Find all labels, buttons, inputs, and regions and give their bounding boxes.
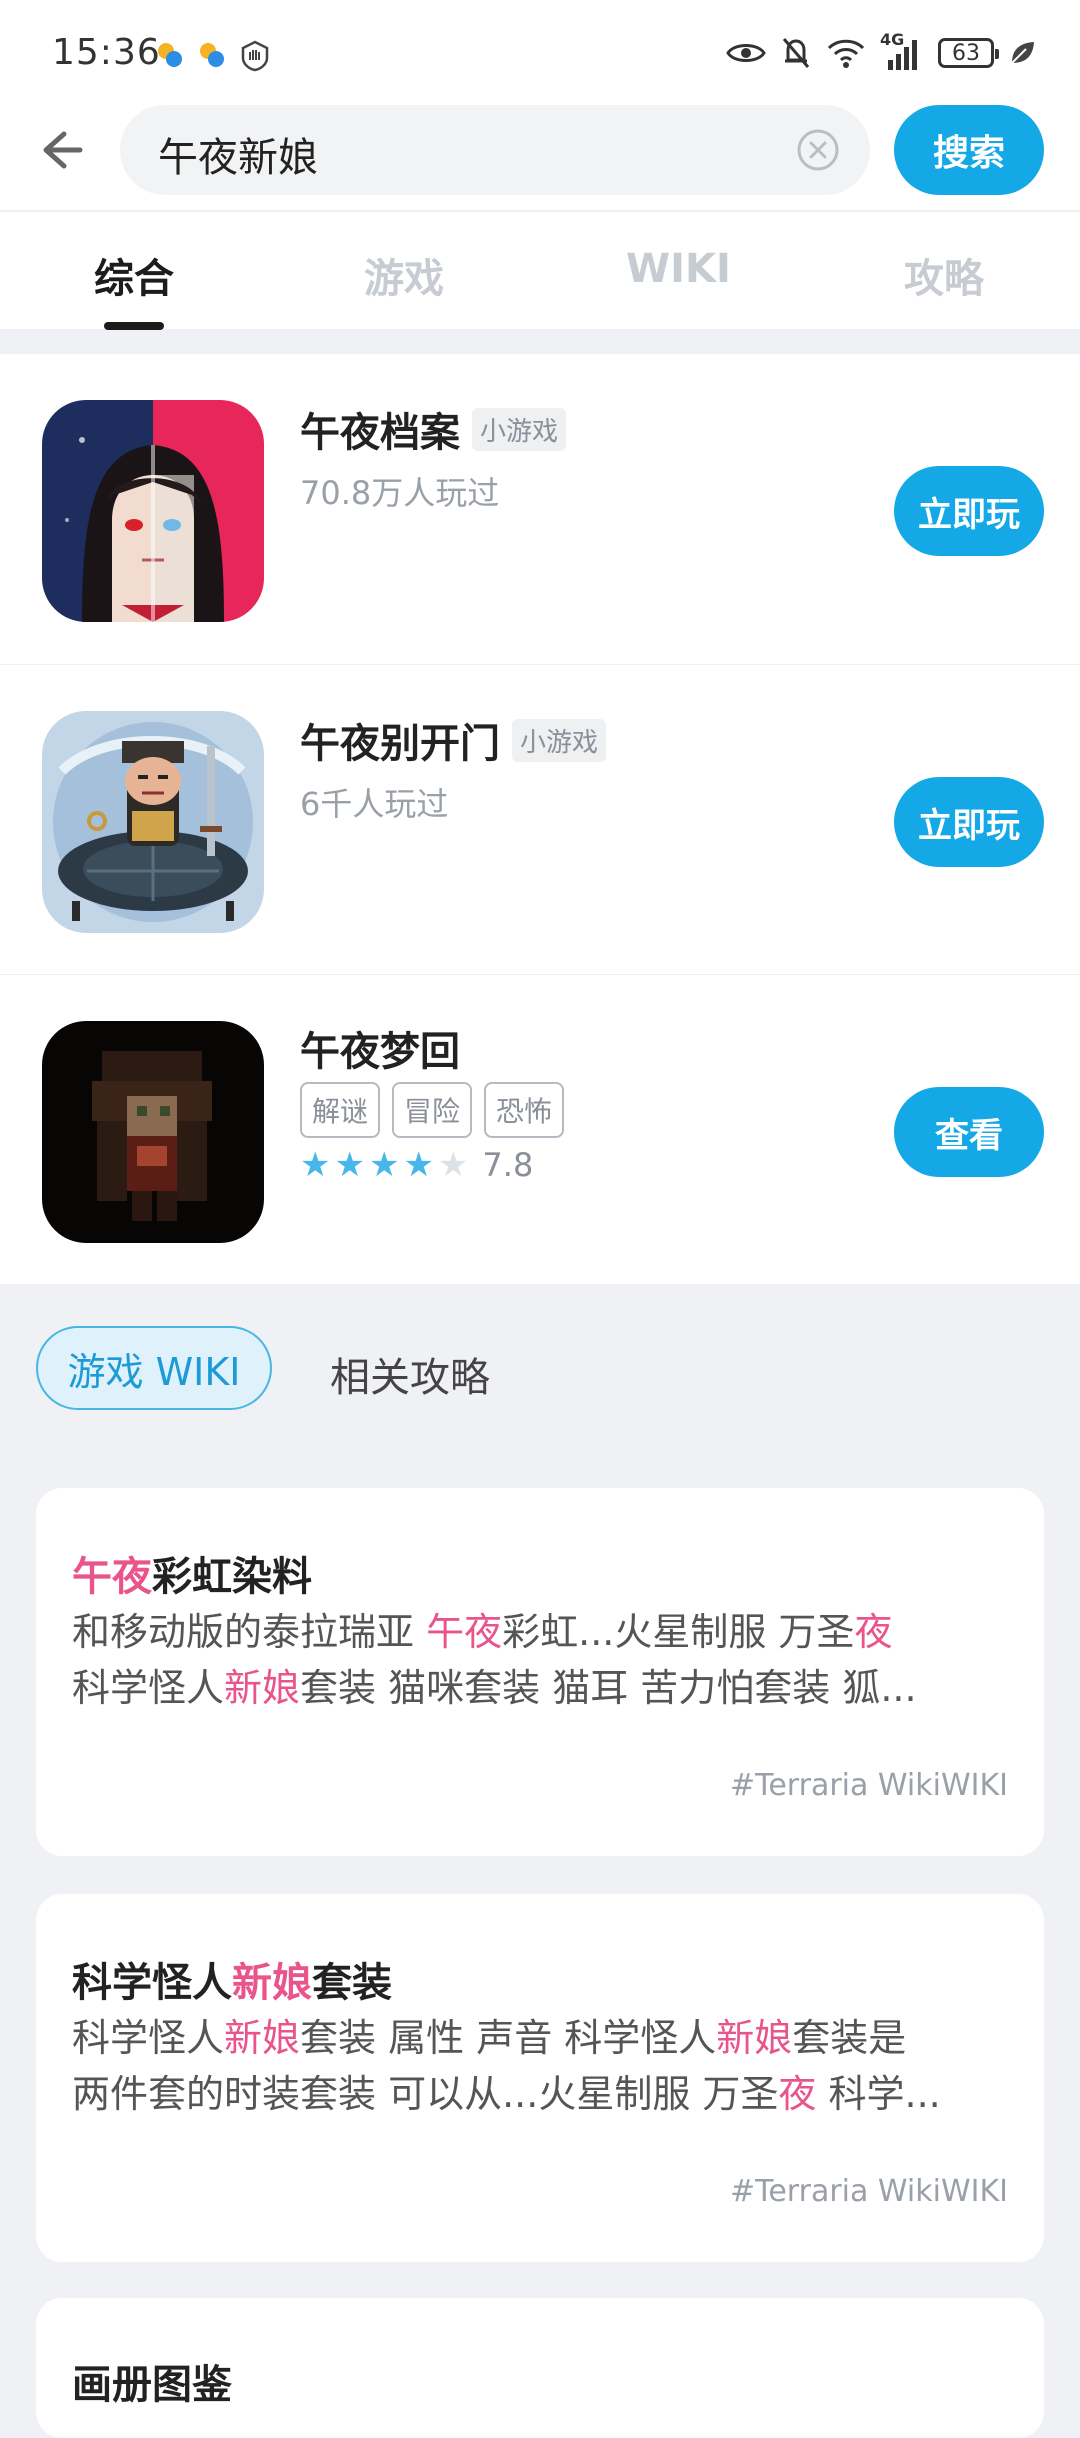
snippet-text: 科学... <box>816 2072 941 2116</box>
genre-tag: 解谜 <box>300 1082 381 1138</box>
signal-icon: 4G <box>880 30 924 70</box>
highlight: 新娘 <box>232 1960 312 2006</box>
snippet-text: 套装是 <box>792 2016 907 2060</box>
snippet-line: 两件套的时装套装 可以从...火星制服 万圣夜 科学... <box>72 2066 1022 2122</box>
wiki-source: #Terraria WikiWIKI <box>729 1768 1008 1803</box>
snippet-line: 科学怪人新娘套装 属性 声音 科学怪人新娘套装是 <box>72 2010 1022 2066</box>
game-icon[interactable] <box>42 1021 264 1243</box>
hand-shield-icon <box>241 40 269 72</box>
search-query[interactable]: 午夜新娘 <box>158 125 318 183</box>
active-tab-indicator <box>104 322 164 330</box>
game-result-item[interactable]: 午夜别开门 小游戏 6千人玩过 立即玩 <box>0 664 1080 974</box>
highlight: 夜 <box>854 1610 893 1654</box>
game-results: 午夜档案 小游戏 70.8万人玩过 立即玩 午夜别开门 小游戏 6千人玩过 立即… <box>0 354 1080 1284</box>
wiki-source: #Terraria WikiWIKI <box>729 2174 1008 2209</box>
view-button[interactable]: 查看 <box>894 1087 1044 1177</box>
star-filled-icon: ★ <box>300 1145 331 1185</box>
rating: ★ ★ ★ ★ ★ 7.8 <box>300 1146 533 1184</box>
game-title: 午夜档案 小游戏 <box>300 400 567 458</box>
back-button[interactable] <box>28 118 92 182</box>
wiki-card-title: 画册图鉴 <box>72 2362 232 2408</box>
highlight: 午夜 <box>426 1610 503 1654</box>
tab-all[interactable]: 综合 <box>94 246 174 304</box>
snippet-text: 科学怪人 <box>72 2016 225 2060</box>
play-count: 6千人玩过 <box>300 785 449 823</box>
highlight: 新娘 <box>224 1666 301 1710</box>
search-header: 午夜新娘 搜索 <box>0 100 1080 210</box>
related-guides-chip[interactable]: 相关攻略 <box>330 1345 490 1403</box>
game-result-item[interactable]: 午夜档案 小游戏 70.8万人玩过 立即玩 <box>0 354 1080 664</box>
star-empty-icon: ★ <box>437 1145 469 1185</box>
game-wiki-chip[interactable]: 游戏 WIKI <box>36 1326 272 1410</box>
leaf-icon <box>1011 42 1034 64</box>
snippet-line: 和移动版的泰拉瑞亚 午夜彩虹...火星制服 万圣夜 <box>72 1604 1022 1660</box>
game-title: 午夜梦回 <box>300 1029 460 1075</box>
battery-level: 63 <box>952 40 980 66</box>
game-name: 午夜档案 <box>300 410 460 456</box>
mini-game-tag: 小游戏 <box>472 408 567 451</box>
title-text: 套装 <box>312 1960 392 2006</box>
snippet-text: 套装 猫咪套装 猫耳 苦力怕套装 狐... <box>300 1666 917 1710</box>
notification-icons <box>155 40 271 72</box>
search-button[interactable]: 搜索 <box>894 105 1044 195</box>
wiki-card-title: 科学怪人新娘套装 <box>72 1950 392 2008</box>
snippet-text: 科学怪人 <box>72 1666 225 1710</box>
snippet-text: 套装 属性 声音 科学怪人 <box>300 2016 717 2060</box>
back-arrow-icon <box>43 131 83 169</box>
search-input[interactable]: 午夜新娘 <box>120 105 870 195</box>
highlight: 夜 <box>778 2072 817 2116</box>
mini-game-tag: 小游戏 <box>512 719 607 762</box>
status-bar: 15:36 4G 63 <box>0 0 1080 100</box>
game-title: 午夜别开门 小游戏 <box>300 711 607 769</box>
highlight: 新娘 <box>716 2016 793 2060</box>
game-icon[interactable] <box>42 711 264 933</box>
genre-tag: 恐怖 <box>484 1082 565 1138</box>
tab-wiki[interactable]: WIKI <box>626 246 731 292</box>
tab-guides[interactable]: 攻略 <box>904 246 984 304</box>
play-now-button[interactable]: 立即玩 <box>894 466 1044 556</box>
result-tabs: 综合 游戏 WIKI 攻略 <box>0 211 1080 330</box>
title-text: 彩虹染料 <box>152 1554 312 1600</box>
snippet-line: 科学怪人新娘套装 猫咪套装 猫耳 苦力怕套装 狐... <box>72 1660 1022 1716</box>
star-filled-icon: ★ <box>334 1145 365 1185</box>
snippet-text: 彩虹...火星制服 万圣 <box>502 1610 855 1654</box>
app-notification-icon <box>200 43 224 67</box>
clear-circle-icon[interactable] <box>796 128 840 172</box>
star-filled-icon: ★ <box>403 1145 434 1185</box>
wifi-icon <box>827 39 865 68</box>
genre-tag: 冒险 <box>392 1082 473 1138</box>
game-icon[interactable] <box>42 400 264 622</box>
wiki-card-snippet: 和移动版的泰拉瑞亚 午夜彩虹...火星制服 万圣夜 科学怪人新娘套装 猫咪套装 … <box>72 1604 1022 1716</box>
wiki-card-snippet: 科学怪人新娘套装 属性 声音 科学怪人新娘套装是 两件套的时装套装 可以从...… <box>72 2010 1022 2122</box>
highlight: 午夜 <box>72 1554 152 1600</box>
wiki-card[interactable]: 科学怪人新娘套装 科学怪人新娘套装 属性 声音 科学怪人新娘套装是 两件套的时装… <box>36 1894 1044 2262</box>
bell-muted-icon <box>782 38 810 68</box>
tab-games[interactable]: 游戏 <box>364 246 444 304</box>
rating-value: 7.8 <box>482 1146 534 1184</box>
highlight: 新娘 <box>224 2016 301 2060</box>
status-right: 4G 63 <box>726 30 1036 70</box>
play-now-button[interactable]: 立即玩 <box>894 777 1044 867</box>
wiki-card-title: 午夜彩虹染料 <box>72 1544 312 1602</box>
snippet-text: 两件套的时装套装 可以从...火星制服 万圣 <box>72 2072 779 2116</box>
play-count: 70.8万人玩过 <box>300 474 500 512</box>
star-filled-icon: ★ <box>368 1145 400 1185</box>
snippet-text: 和移动版的泰拉瑞亚 <box>72 1610 427 1654</box>
genre-tags: 解谜 冒险 恐怖 <box>300 1082 565 1138</box>
wiki-card[interactable]: 画册图鉴 <box>36 2298 1044 2438</box>
battery-indicator: 63 <box>938 38 999 68</box>
app-notification-icon <box>158 43 182 67</box>
title-text: 科学怪人 <box>72 1960 232 2006</box>
status-time: 15:36 <box>52 32 161 73</box>
game-name: 午夜别开门 <box>300 721 500 767</box>
eye-icon <box>726 44 766 62</box>
wiki-card[interactable]: 午夜彩虹染料 和移动版的泰拉瑞亚 午夜彩虹...火星制服 万圣夜 科学怪人新娘套… <box>36 1488 1044 1856</box>
